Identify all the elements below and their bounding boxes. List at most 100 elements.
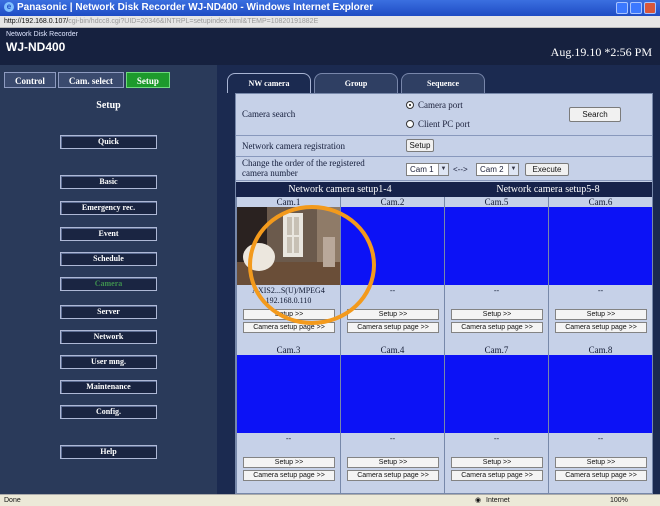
camera-info: -- (341, 285, 444, 307)
globe-icon: ◉ (475, 497, 482, 504)
camera-view-6 (549, 207, 652, 285)
zoom-level[interactable]: 100% (610, 495, 628, 506)
app-header: Network Disk Recorder WJ-ND400 Aug.19.10… (0, 28, 660, 65)
menu-camera[interactable]: Camera (60, 277, 157, 291)
camera-setup-button[interactable]: Setup >> (555, 309, 647, 320)
camera-setup-page-button[interactable]: Camera setup page >> (451, 470, 543, 481)
sidebar-title: Setup (96, 100, 121, 111)
camera-cell-5: Cam.5 -- Setup >> Camera setup page >> (444, 197, 548, 345)
radio-camera-port-label: Camera port (418, 100, 463, 110)
camera-info: -- (445, 433, 548, 455)
menu-config[interactable]: Config. (60, 405, 157, 419)
camera-setup-button[interactable]: Setup >> (243, 457, 335, 468)
camera-model: -- (597, 286, 604, 295)
camera-name: Cam.7 (445, 345, 548, 355)
camera-model: -- (597, 434, 604, 443)
camera-info: -- (341, 433, 444, 455)
camera-view-7 (445, 355, 548, 433)
setup-band: Network camera setup1-4 Network camera s… (236, 182, 652, 197)
sub-tabs: NW camera Group Sequence (227, 73, 485, 93)
menu-basic[interactable]: Basic (60, 175, 157, 189)
ie-icon: e (4, 2, 14, 13)
camera-setup-page-button[interactable]: Camera setup page >> (347, 470, 439, 481)
order-to-select[interactable]: Cam 2 ▼ (476, 163, 519, 176)
close-button[interactable] (644, 2, 656, 14)
menu-help[interactable]: Help (60, 445, 157, 459)
status-text: Done (4, 497, 21, 504)
window-title: Panasonic | Network Disk Recorder WJ-ND4… (17, 2, 374, 13)
camera-cell-8: Cam.8 -- Setup >> Camera setup page >> (548, 345, 652, 495)
camera-setup-page-button[interactable]: Camera setup page >> (555, 470, 647, 481)
camera-name: Cam.6 (549, 197, 652, 207)
left-panel: Control Cam. select Setup Setup Quick Ba… (0, 65, 217, 494)
camera-model: -- (493, 434, 500, 443)
order-from-value: Cam 1 (410, 165, 434, 174)
camera-setup-page-button[interactable]: Camera setup page >> (555, 322, 647, 333)
tab-setup[interactable]: Setup (125, 72, 170, 88)
tab-cam-select[interactable]: Cam. select (57, 72, 124, 88)
camera-setup-button[interactable]: Setup >> (555, 457, 647, 468)
address-path: cgi-bin/hdcc8.cgi?UID=20346&INTRPL=setup… (68, 18, 319, 25)
menu-emergency-rec[interactable]: Emergency rec. (60, 201, 157, 215)
camera-cell-2: Cam.2 -- Setup >> Camera setup page >> (340, 197, 444, 345)
camera-setup-page-button[interactable]: Camera setup page >> (347, 322, 439, 333)
datetime-display: Aug.19.10 *2:56 PM (550, 45, 652, 59)
camera-name: Cam.2 (341, 197, 444, 207)
camera-view-4 (341, 355, 444, 433)
camera-setup-button[interactable]: Setup >> (347, 457, 439, 468)
nw-camera-panel: Camera search Camera port Client PC port… (235, 93, 653, 495)
camera-cell-1: Cam.1 AXIS2...S(U)/MPEG4 192.168.0.110 S… (236, 197, 340, 345)
camera-model: -- (389, 286, 396, 295)
radio-client-pc-port[interactable]: Client PC port (406, 119, 470, 129)
menu-server[interactable]: Server (60, 305, 157, 319)
camera-name: Cam.1 (237, 197, 340, 207)
menu-schedule[interactable]: Schedule (60, 252, 157, 266)
right-panel: NW camera Group Sequence Camera search C… (217, 65, 660, 495)
maximize-button[interactable] (630, 2, 642, 14)
camera-setup-page-button[interactable]: Camera setup page >> (243, 322, 335, 333)
tab-group[interactable]: Group (314, 73, 398, 93)
camera-cell-3: Cam.3 -- Setup >> Camera setup page >> (236, 345, 340, 495)
menu-network[interactable]: Network (60, 330, 157, 344)
address-bar[interactable]: http://192.168.0.107/cgi-bin/hdcc8.cgi?U… (0, 16, 660, 28)
camera-search-label: Camera search (242, 109, 296, 119)
band-setup-5-8: Network camera setup5-8 (496, 184, 600, 195)
camera-setup-button[interactable]: Setup >> (347, 309, 439, 320)
camera-name: Cam.5 (445, 197, 548, 207)
radio-dot (406, 120, 414, 128)
camera-cell-7: Cam.7 -- Setup >> Camera setup page >> (444, 345, 548, 495)
execute-button[interactable]: Execute (525, 163, 569, 176)
menu-quick[interactable]: Quick (60, 135, 157, 149)
tab-control[interactable]: Control (4, 72, 56, 88)
tab-sequence[interactable]: Sequence (401, 73, 485, 93)
tab-nw-camera[interactable]: NW camera (227, 73, 311, 93)
camera-name: Cam.3 (237, 345, 340, 355)
camera-setup-page-button[interactable]: Camera setup page >> (451, 322, 543, 333)
order-to-value: Cam 2 (480, 165, 504, 174)
camera-model: -- (285, 434, 292, 443)
camera-view-3 (237, 355, 340, 433)
window-title-bar: e Panasonic | Network Disk Recorder WJ-ND… (0, 0, 660, 16)
camera-setup-button[interactable]: Setup >> (451, 457, 543, 468)
menu-maintenance[interactable]: Maintenance (60, 380, 157, 394)
camera-view-8 (549, 355, 652, 433)
order-swap-arrow: <--> (453, 165, 468, 174)
camera-view-2 (341, 207, 444, 285)
camera-view-1 (237, 207, 340, 285)
menu-event[interactable]: Event (60, 227, 157, 241)
camera-setup-button[interactable]: Setup >> (451, 309, 543, 320)
camera-info: -- (237, 433, 340, 455)
order-row: Change the order of the registered camer… (236, 157, 652, 181)
camera-name: Cam.8 (549, 345, 652, 355)
camera-model: -- (493, 286, 500, 295)
registration-setup-button[interactable]: Setup (406, 139, 434, 152)
search-button[interactable]: Search (569, 107, 621, 122)
camera-ip: 192.168.0.110 (265, 296, 312, 305)
minimize-button[interactable] (616, 2, 628, 14)
order-from-select[interactable]: Cam 1 ▼ (406, 163, 449, 176)
menu-user-mng[interactable]: User mng. (60, 355, 157, 369)
camera-setup-button[interactable]: Setup >> (243, 309, 335, 320)
main-tabs: Control Cam. select Setup (4, 72, 170, 88)
camera-setup-page-button[interactable]: Camera setup page >> (243, 470, 335, 481)
radio-camera-port[interactable]: Camera port (406, 100, 463, 110)
